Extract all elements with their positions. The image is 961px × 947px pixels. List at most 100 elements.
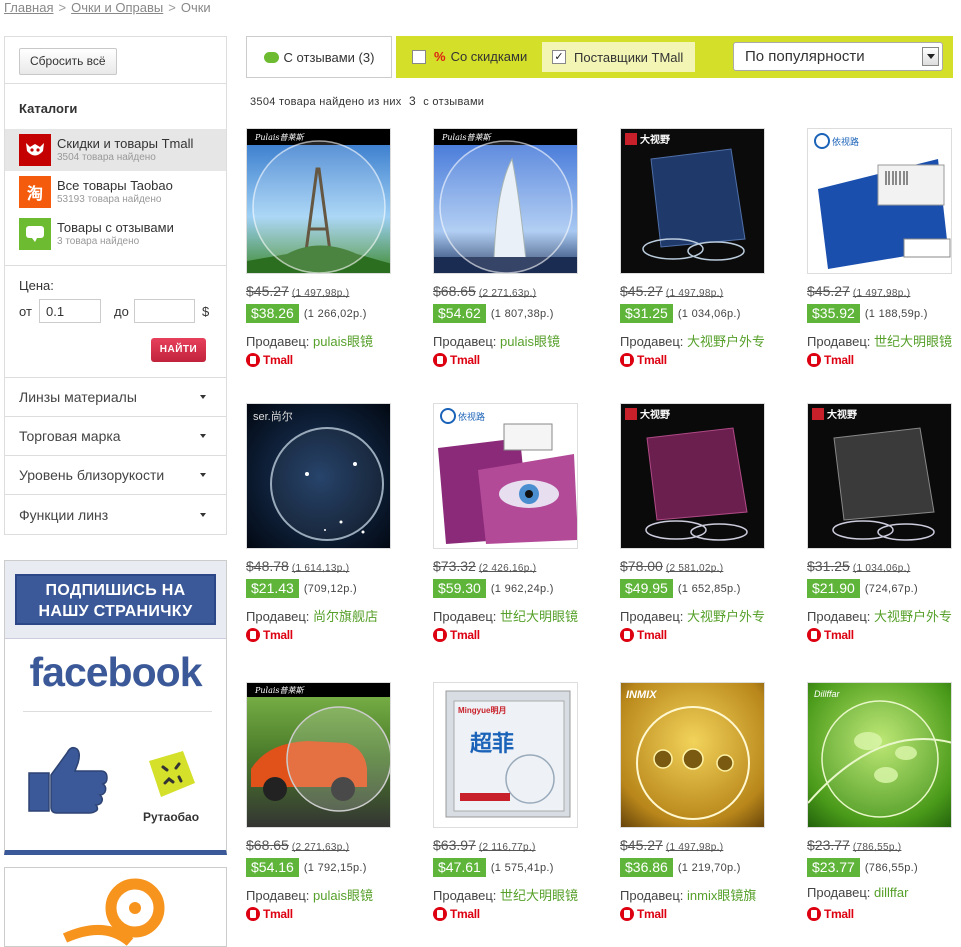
tmall-icon	[246, 907, 260, 921]
catalogs-section: Каталоги Скидки и товары Tmall 3504 товар…	[5, 84, 226, 266]
brand-mark: Mingyue明月	[458, 706, 506, 715]
seller-link[interactable]: pulais眼镜	[500, 334, 560, 349]
old-price-rub: (2 271,63р.)	[291, 842, 350, 853]
old-price-rub: (1 497,98р.)	[665, 842, 724, 853]
promo-header: ПОДПИШИСЬ НА НАШУ СТРАНИЧКУ	[5, 561, 226, 639]
essilor-box-image[interactable]: 依视路	[807, 128, 952, 274]
filter-lens-materials[interactable]: Линзы материалы	[5, 378, 226, 417]
product-card[interactable]: 大视野 $45.27 (1 497,98р.) $31.25 (1 034,06р.…	[620, 128, 790, 367]
seller-label: Продавец:	[620, 334, 684, 349]
old-price-usd: $68.65	[433, 283, 476, 299]
breadcrumb-section-link[interactable]: Очки и Оправы	[71, 0, 163, 15]
old-price-usd: $31.25	[807, 558, 850, 574]
product-card[interactable]: Dillffar $23.77 (786,55р.) $23.77 (786,55р…	[807, 682, 961, 921]
product-card[interactable]: 依视路 $73.32 (2 426,16р.) $59.30 (1 962,24р.…	[433, 403, 603, 642]
product-card[interactable]: ser.尚尔 $48.78 (1 614,13р.) $21.43 (709,12р…	[246, 403, 416, 642]
car-lens-image[interactable]: Pulais普莱斯	[246, 682, 391, 828]
catalog-item-tmall[interactable]: Скидки и товары Tmall 3504 товара найдено	[5, 129, 226, 171]
burj-lens-image[interactable]: Pulais普莱斯	[433, 128, 578, 274]
dashiye-gray-lens-image[interactable]: 大视野	[807, 403, 952, 549]
old-price-usd: $45.27	[620, 837, 663, 853]
old-price-usd: $45.27	[246, 283, 289, 299]
filter-myopia-level[interactable]: Уровень близорукости	[5, 456, 226, 495]
dashiye-pink-lens-image[interactable]: 大视野	[620, 403, 765, 549]
seller-link[interactable]: pulais眼镜	[313, 888, 373, 903]
discount-checkbox[interactable]: % Со скидками	[412, 49, 527, 64]
tmall-icon	[433, 628, 447, 642]
chevron-down-icon	[200, 395, 206, 399]
breadcrumb-home-link[interactable]: Главная	[4, 0, 53, 15]
tmall-badge: Tmall	[807, 628, 854, 642]
product-card[interactable]: Pulais普莱斯 $45.27 (1 497,98р.) $38.26 (1 26…	[246, 128, 416, 367]
mingyue-box-image[interactable]: Mingyue明月 超菲	[433, 682, 578, 828]
seller-link[interactable]: 世纪大明眼镜	[500, 888, 578, 903]
old-price-rub: (1 497,98р.)	[852, 288, 911, 299]
seller-line: Продавец: inmix眼镜旗	[620, 885, 756, 904]
seller-link[interactable]: 世纪大明眼镜	[500, 609, 578, 624]
filter-label: Уровень близорукости	[19, 467, 165, 483]
reset-all-button[interactable]: Сбросить всё	[19, 48, 117, 75]
seller-link[interactable]: 世纪大明眼镜	[874, 334, 952, 349]
tmall-badge: Tmall	[620, 628, 667, 642]
tmall-suppliers-checkbox[interactable]: ✓ Поставщики TMall	[542, 42, 696, 72]
inmix-drops-image[interactable]: INMIX	[620, 682, 765, 828]
filter-lens-functions[interactable]: Функции линз	[5, 495, 226, 534]
checkbox-unchecked-icon[interactable]	[412, 49, 426, 64]
seller-line: Продавец: pulais眼镜	[433, 331, 560, 350]
brand-mark: Pulais普莱斯	[254, 133, 306, 142]
catalog-item-taobao[interactable]: 淘 Все товары Taobao 53193 товара найдено	[5, 171, 226, 213]
seller-label: Продавец:	[620, 609, 684, 624]
seller-label: Продавец:	[620, 888, 684, 903]
sort-select[interactable]: По популярности	[733, 42, 943, 71]
ser-lens-image[interactable]: ser.尚尔	[246, 403, 391, 549]
checkbox-checked-icon[interactable]: ✓	[552, 50, 566, 64]
crizal-box-image[interactable]: 依视路	[433, 403, 578, 549]
product-card[interactable]: 大视野 $31.25 (1 034,06р.) $21.90 (724,67р.) …	[807, 403, 961, 642]
dashiye-lens-image[interactable]: 大视野	[620, 128, 765, 274]
price: $35.92 (1 188,59р.)	[807, 304, 928, 323]
price-max-input[interactable]	[134, 299, 195, 323]
eiffel-lens-image[interactable]: Pulais普莱斯	[246, 128, 391, 274]
tab-with-reviews[interactable]: С отзывами (3)	[246, 36, 392, 78]
seller-link[interactable]: inmix眼镜旗	[687, 888, 756, 903]
product-card[interactable]: 大视野 $78.00 (2 581,02р.) $49.95 (1 652,85р.…	[620, 403, 790, 642]
dropdown-arrow-icon[interactable]	[922, 47, 939, 66]
seller-link[interactable]: 大视野户外专	[687, 609, 765, 624]
old-price: $68.65 (2 271,63р.)	[246, 837, 349, 853]
seller-link[interactable]: 大视野户外专	[687, 334, 765, 349]
seller-label: Продавец:	[246, 888, 310, 903]
product-card[interactable]: Pulais普莱斯 $68.65 (2 271,63р.) $54.16 (1 79…	[246, 682, 416, 921]
seller-link[interactable]: pulais眼镜	[313, 334, 373, 349]
seller-line: Продавец: 世纪大明眼镜	[433, 885, 578, 904]
price-min-input[interactable]	[39, 299, 101, 323]
tmall-badge: Tmall	[246, 628, 293, 642]
leaf-drops-image[interactable]: Dillffar	[807, 682, 952, 828]
product-card[interactable]: INMIX $45.27 (1 497,98р.) $36.86 (1 219,70…	[620, 682, 790, 921]
old-price: $45.27 (1 497,98р.)	[620, 837, 723, 853]
promo-banner-bottom[interactable]	[4, 867, 227, 947]
chevron-down-icon	[200, 473, 206, 477]
price: $49.95 (1 652,85р.)	[620, 579, 741, 598]
price: $23.77 (786,55р.)	[807, 858, 918, 877]
seller-link[interactable]: 大视野户外专	[874, 609, 952, 624]
seller-link[interactable]: dillffar	[874, 885, 908, 900]
seller-link[interactable]: 尚尔旗舰店	[313, 609, 378, 624]
tmall-badge: Tmall	[433, 628, 480, 642]
old-price: $68.65 (2 271,63р.)	[433, 283, 536, 299]
filter-brand[interactable]: Торговая марка	[5, 417, 226, 456]
product-card[interactable]: Mingyue明月 超菲 $63.97 (2 116,77р.) $47.61 (1…	[433, 682, 603, 921]
review-bubble-icon	[263, 51, 279, 63]
filter-label: Торговая марка	[19, 428, 121, 444]
facebook-promo[interactable]: ПОДПИШИСЬ НА НАШУ СТРАНИЧКУ facebook Рут…	[4, 560, 227, 855]
price-tag: $36.86	[620, 858, 673, 877]
product-card[interactable]: Pulais普莱斯 $68.65 (2 271,63р.) $54.62 (1 80…	[433, 128, 603, 367]
price: $21.43 (709,12р.)	[246, 579, 357, 598]
catalog-item-reviews[interactable]: Товары с отзывами 3 товара найдено	[5, 213, 226, 255]
price: $31.25 (1 034,06р.)	[620, 304, 741, 323]
find-button[interactable]: НАЙТИ	[151, 338, 206, 362]
tmall-badge: Tmall	[620, 353, 667, 367]
sort-value: По популярности	[745, 48, 865, 65]
product-card[interactable]: 依视路 $45.27 (1 497,98р.) $35.92 (1 188,59р.…	[807, 128, 961, 367]
filter-sidebar: Сбросить всё Каталоги Скидки и товары Tm…	[4, 36, 227, 535]
currency-label: $	[202, 304, 210, 319]
